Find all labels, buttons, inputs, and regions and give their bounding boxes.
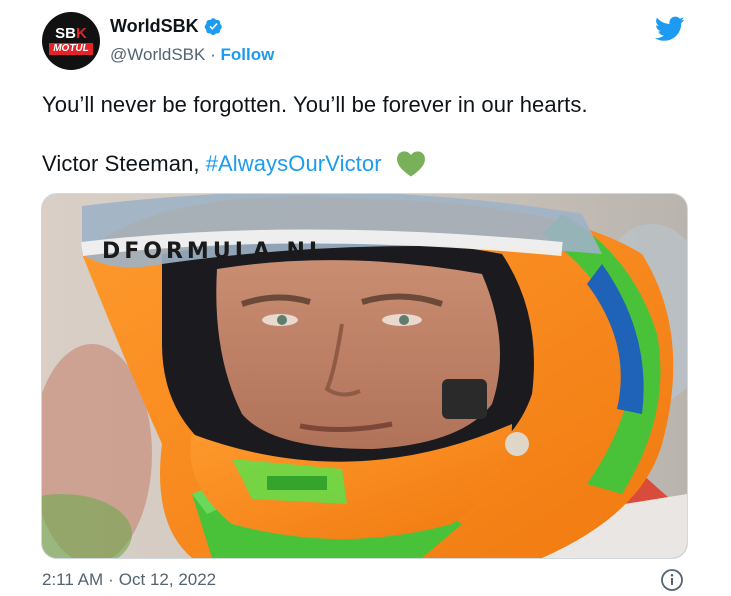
author-name-row: WorldSBK	[110, 16, 223, 37]
timestamp[interactable]: 2:11 AM · Oct 12, 2022	[42, 570, 216, 590]
handle-row: @WorldSBK · Follow	[110, 45, 274, 65]
tweet-time[interactable]: 2:11 AM	[42, 570, 103, 590]
separator: ·	[108, 570, 114, 589]
tweet-text-line-1: You’ll never be forgotten. You’ll be for…	[42, 92, 588, 117]
verified-badge-icon	[204, 18, 222, 36]
tweet-date[interactable]: Oct 12, 2022	[119, 570, 216, 590]
tweet-card: SBK MOTUL WorldSBK @WorldSBK · Follow Yo…	[0, 0, 731, 596]
avatar-sponsor-badge: MOTUL	[49, 43, 93, 55]
separator: ·	[210, 45, 216, 64]
avatar[interactable]: SBK MOTUL	[42, 12, 100, 70]
handle[interactable]: @WorldSBK	[110, 45, 205, 64]
follow-button[interactable]: Follow	[221, 45, 275, 64]
info-icon[interactable]	[660, 568, 684, 592]
twitter-bird-icon[interactable]	[655, 16, 685, 42]
tweet-text: Victor Steeman,	[42, 150, 200, 176]
helmet-photo-illustration: DFORMULA.NL	[42, 194, 687, 558]
tweet-text-line-2: Victor Steeman, #AlwaysOurVictor	[42, 150, 426, 177]
visor-sponsor-text: DFORMULA.NL	[102, 239, 327, 264]
hashtag-link[interactable]: #AlwaysOurVictor	[206, 151, 382, 177]
avatar-logo-text: SBK	[55, 25, 87, 42]
tweet-photo[interactable]: DFORMULA.NL	[41, 193, 688, 559]
display-name[interactable]: WorldSBK	[110, 16, 199, 37]
green-heart-icon	[396, 151, 425, 177]
